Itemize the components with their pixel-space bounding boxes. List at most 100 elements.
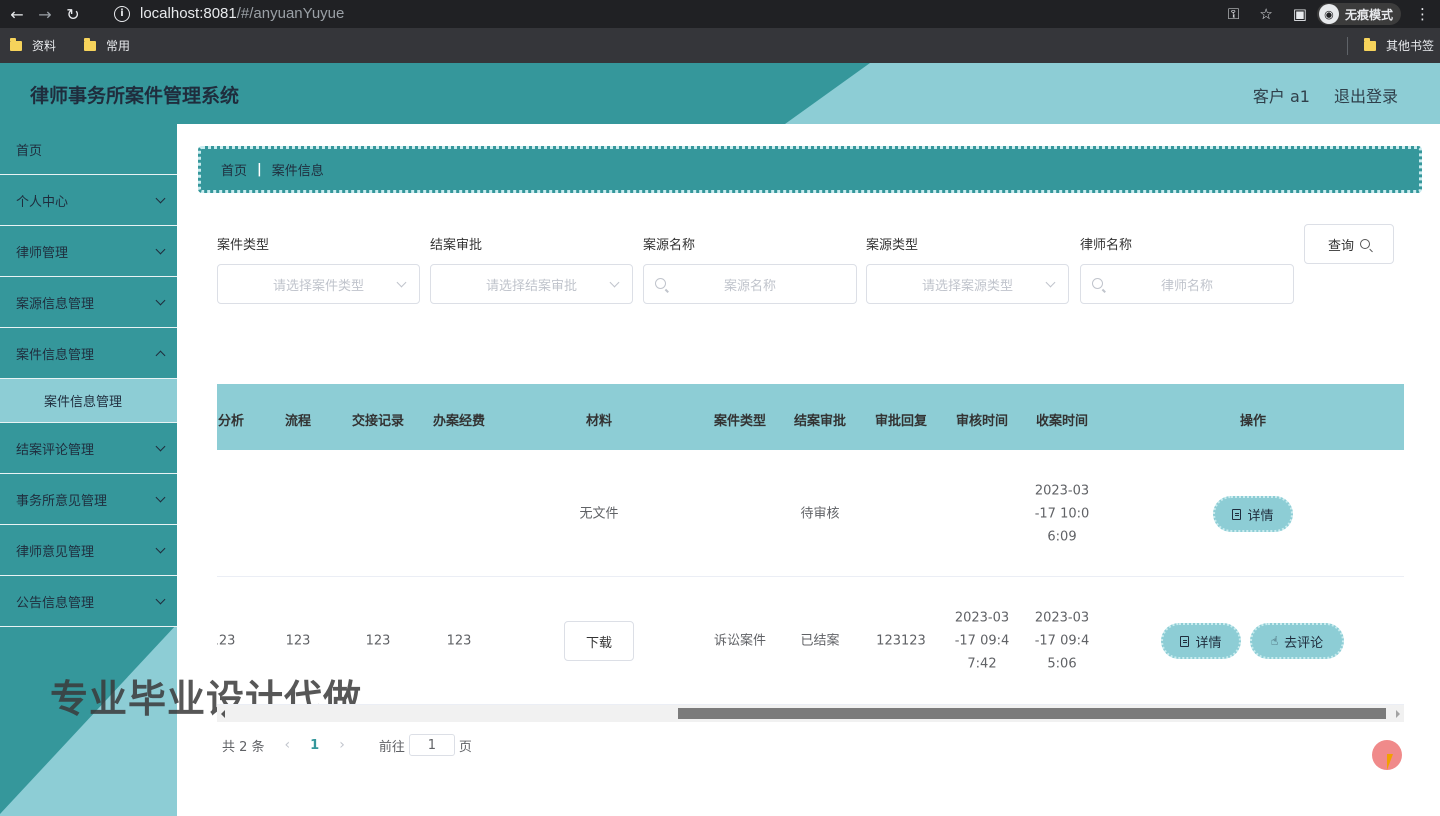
table-header: 分析 流程 交接记录 办案经费 材料 案件类型 结案审批 审批回复 审核时间 收…	[217, 384, 1404, 450]
star-icon[interactable]: ☆	[1259, 5, 1272, 23]
comment-button[interactable]: ☝ 去评论	[1250, 623, 1344, 659]
sidebar-menu: 首页 个人中心 律师管理 案源信息管理 案件信息管理 案件信息管理 结案评论管理…	[0, 124, 177, 627]
info-icon[interactable]: i	[114, 5, 130, 22]
user-area: 客户 a1 退出登录	[1229, 83, 1398, 107]
closing-approval-select[interactable]: 请选择结案审批	[430, 264, 633, 304]
reload-icon[interactable]: ↻	[62, 3, 84, 25]
chevron-down-icon	[155, 193, 166, 203]
cell-case-type: 诉讼案件	[713, 633, 767, 649]
column-header: 分析	[217, 414, 245, 429]
column-header: 审核时间	[955, 414, 1009, 429]
app-header: 律师事务所案件管理系统 客户 a1 退出登录	[0, 63, 1440, 124]
mouse-cursor-icon	[1387, 754, 1393, 770]
breadcrumb-home[interactable]: 首页	[221, 160, 247, 179]
sidebar-item-lawyer-opinions[interactable]: 律师意见管理	[0, 525, 177, 576]
goto-page-input[interactable]: 1	[408, 734, 455, 756]
download-button[interactable]: 下载	[564, 621, 634, 661]
chevron-down-icon	[1045, 277, 1056, 288]
cell-review-time: 2023-03 -17 09:4 7:42	[954, 610, 1010, 672]
chevron-up-icon	[155, 350, 166, 360]
source-type-select[interactable]: 请选择案源类型	[866, 264, 1069, 304]
column-header: 操作	[1239, 414, 1267, 429]
submenu-item-case-info[interactable]: 案件信息管理	[0, 379, 177, 423]
scrollbar-thumb[interactable]	[678, 708, 1386, 719]
source-name-input[interactable]: 案源名称	[643, 264, 857, 304]
sidebar-item-case-info[interactable]: 案件信息管理	[0, 328, 177, 379]
forward-icon[interactable]: →	[34, 3, 56, 25]
breadcrumb-current: 案件信息	[271, 164, 324, 179]
cell-receive-time: 2023-03 -17 10:0 6:09	[1034, 483, 1090, 545]
table-row: 无文件 待审核 2023-03 -17 10:0 6:09 详情	[217, 450, 1404, 577]
column-header: 案件类型	[713, 414, 767, 429]
detail-button[interactable]: 详情	[1213, 496, 1293, 532]
incognito-badge[interactable]: ◉ 无痕模式	[1316, 3, 1401, 25]
folder-icon	[1363, 37, 1376, 51]
sidebar-item-home[interactable]: 首页	[0, 124, 177, 175]
cell-funds: 123	[446, 633, 472, 649]
chevron-down-icon	[155, 441, 166, 451]
detail-button[interactable]: 详情	[1161, 623, 1241, 659]
kebab-menu-icon[interactable]: ⋮	[1415, 5, 1430, 23]
column-header: 材料	[585, 414, 613, 429]
app-title: 律师事务所案件管理系统	[30, 85, 240, 107]
filter-case-type: 案件类型 请选择案件类型	[217, 234, 420, 304]
sidebar-item-firm-opinions[interactable]: 事务所意见管理	[0, 474, 177, 525]
sidebar-item-announcements[interactable]: 公告信息管理	[0, 576, 177, 627]
cell-reply: 123123	[876, 633, 926, 649]
incognito-icon: ◉	[1318, 4, 1339, 24]
column-header: 流程	[284, 414, 312, 429]
address-bar[interactable]: i localhost:8081/#/anyuanYuyue	[104, 0, 1272, 27]
goto-label: 前往	[378, 739, 405, 755]
filter-source-type: 案源类型 请选择案源类型	[866, 234, 1069, 304]
sidebar-item-lawyers[interactable]: 律师管理	[0, 226, 177, 277]
key-icon[interactable]: ⚿	[1228, 5, 1239, 23]
bookmark-folder[interactable]: 常用	[84, 37, 130, 54]
scroll-left-icon[interactable]	[221, 710, 225, 718]
case-type-select[interactable]: 请选择案件类型	[217, 264, 420, 304]
cell-handover: 123	[365, 633, 391, 649]
prev-page-icon[interactable]: ‹	[285, 737, 291, 753]
filter-label: 案件类型	[217, 238, 270, 253]
filter-label: 律师名称	[1080, 238, 1133, 253]
case-table: 分析 流程 交接记录 办案经费 材料 案件类型 结案审批 审批回复 审核时间 收…	[217, 384, 1404, 722]
lawyer-name-input[interactable]: 律师名称	[1080, 264, 1294, 304]
scroll-right-icon[interactable]	[1396, 710, 1400, 718]
breadcrumb-separator: |	[257, 162, 262, 177]
cell-approval: 待审核	[800, 506, 840, 522]
browser-toolbar: ← → ↻ i localhost:8081/#/anyuanYuyue ⚿ ☆…	[0, 0, 1440, 28]
column-header: 结案审批	[793, 414, 847, 429]
search-icon	[1092, 278, 1103, 289]
horizontal-scrollbar[interactable]	[217, 705, 1404, 722]
column-header: 收案时间	[1035, 414, 1089, 429]
sidebar-item-closing-comments[interactable]: 结案评论管理	[0, 423, 177, 474]
query-button[interactable]: 查询	[1304, 224, 1394, 264]
sidepanel-icon[interactable]: ▣	[1293, 5, 1307, 23]
chevron-down-icon	[155, 295, 166, 305]
filter-closing-approval: 结案审批 请选择结案审批	[430, 234, 633, 304]
filter-label: 案源类型	[866, 238, 919, 253]
pagination: 共 2 条 ‹ 1 › 前往 1 页	[222, 734, 472, 756]
search-icon	[1360, 239, 1370, 249]
total-count: 共 2 条	[222, 739, 265, 755]
page-number[interactable]: 1	[310, 738, 319, 753]
next-page-icon[interactable]: ›	[339, 737, 345, 753]
document-icon	[1232, 508, 1242, 520]
logout-link[interactable]: 退出登录	[1334, 83, 1398, 107]
document-icon	[1180, 635, 1190, 647]
bookmark-folder[interactable]: 资料	[10, 37, 56, 54]
cell-receive-time: 2023-03 -17 09:4 5:06	[1034, 610, 1090, 672]
filter-lawyer-name: 律师名称 律师名称	[1080, 234, 1294, 304]
sidebar-item-personal-center[interactable]: 个人中心	[0, 175, 177, 226]
url-text[interactable]: localhost:8081/#/anyuanYuyue	[140, 5, 344, 22]
column-header: 办案经费	[432, 414, 486, 429]
thumbs-up-icon: ☝	[1270, 634, 1279, 648]
filter-source-name: 案源名称 案源名称	[643, 234, 857, 304]
user-name[interactable]: 客户 a1	[1253, 83, 1310, 107]
cell-approval: 已结案	[800, 633, 840, 649]
chevron-down-icon	[155, 594, 166, 604]
chevron-down-icon	[155, 543, 166, 553]
sidebar-item-case-sources[interactable]: 案源信息管理	[0, 277, 177, 328]
other-bookmarks[interactable]: 其他书签	[1363, 28, 1434, 63]
page-unit-label: 页	[458, 739, 472, 755]
back-icon[interactable]: ←	[6, 3, 28, 25]
